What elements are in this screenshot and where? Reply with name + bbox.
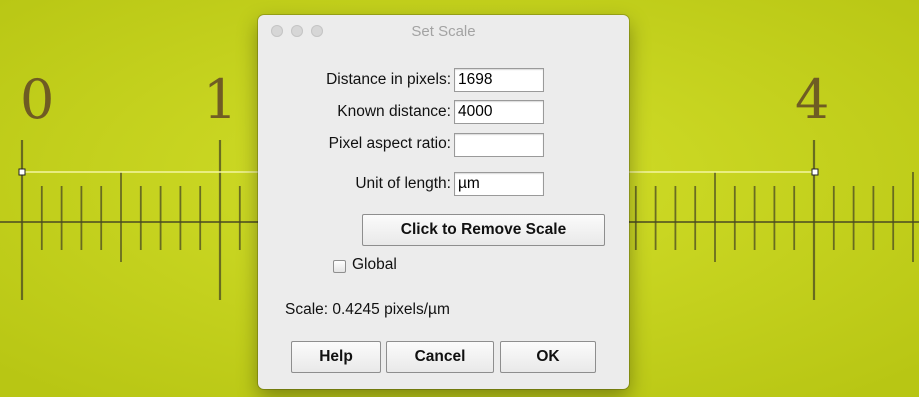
- scale-readout: Scale: 0.4245 pixels/µm: [285, 301, 450, 318]
- ruler-number-1: 1: [203, 68, 237, 131]
- pixel-aspect-ratio-field[interactable]: [454, 133, 544, 157]
- distance-in-pixels-field[interactable]: 1698: [454, 68, 544, 92]
- ruler-number-0: 0: [20, 68, 54, 131]
- help-button[interactable]: Help: [291, 341, 381, 373]
- unit-of-length-label: Unit of length:: [355, 175, 451, 192]
- known-distance-field[interactable]: 4000: [454, 100, 544, 124]
- remove-scale-button[interactable]: Click to Remove Scale: [362, 214, 605, 246]
- pixel-aspect-ratio-label: Pixel aspect ratio:: [328, 135, 451, 152]
- known-distance-label: Known distance:: [337, 103, 451, 120]
- dialog-titlebar[interactable]: Set Scale: [258, 15, 629, 48]
- global-checkbox[interactable]: [333, 260, 346, 273]
- selection-handle-end[interactable]: [811, 168, 819, 176]
- unit-of-length-field[interactable]: µm: [454, 172, 544, 196]
- ok-button[interactable]: OK: [500, 341, 596, 373]
- selection-handle-start[interactable]: [18, 168, 26, 176]
- global-checkbox-label[interactable]: Global: [352, 256, 397, 274]
- ruler-number-4: 4: [795, 68, 829, 131]
- cancel-button[interactable]: Cancel: [386, 341, 494, 373]
- distance-in-pixels-label: Distance in pixels:: [326, 71, 451, 88]
- set-scale-dialog: Set Scale Distance in pixels: 1698 Known…: [258, 15, 629, 389]
- dialog-title: Set Scale: [411, 23, 476, 40]
